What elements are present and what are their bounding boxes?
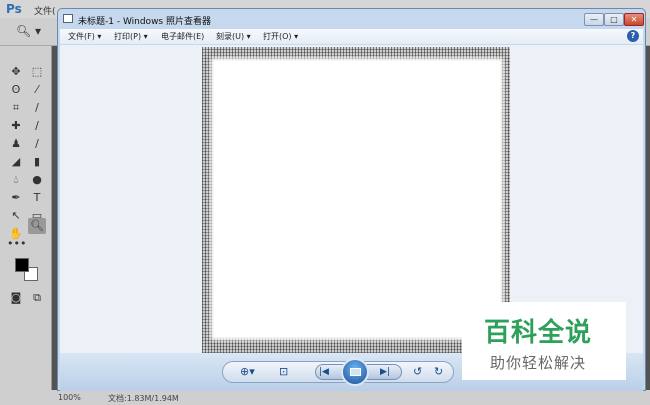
photoshop-statusbar: 100% 文档:1.83M/1.94M xyxy=(0,390,650,405)
menu-open[interactable]: 打开(O) ▾ xyxy=(263,31,298,42)
type-icon[interactable]: T xyxy=(28,190,46,206)
watermark: 百科全说 助你轻松解决 xyxy=(462,302,626,380)
photoshop-toolbox: ✥ ⬚ ʘ ⁄ ⌗ / ✚ ∕ ♟ ∕ ◢ ▮ 💧︎ ● ✒ T ↖ ▭ ✋ 🔍… xyxy=(0,46,52,390)
marquee-tool-icon[interactable]: ⬚ xyxy=(28,64,46,80)
watermark-subtitle: 助你轻松解决 xyxy=(490,354,587,372)
maximize-button[interactable]: □ xyxy=(604,13,624,26)
menu-file[interactable]: 文件(F) ▾ xyxy=(68,31,101,42)
path-select-icon[interactable]: ↖ xyxy=(7,208,25,224)
window-title: 未标题-1 - Windows 照片查看器 xyxy=(78,17,211,27)
quick-mask-icon[interactable]: ◙ xyxy=(7,290,25,306)
magic-wand-icon[interactable]: ⁄ xyxy=(28,82,46,98)
healing-icon[interactable]: ✚ xyxy=(7,118,25,134)
menu-burn[interactable]: 刻录(U) ▾ xyxy=(216,31,251,42)
title-bar: 未标题-1 - Windows 照片查看器 — □ ✕ xyxy=(58,9,645,29)
minimize-button[interactable]: — xyxy=(584,13,604,26)
eyedropper-icon[interactable]: / xyxy=(28,100,46,116)
lasso-tool-icon[interactable]: ʘ xyxy=(7,82,25,98)
viewer-menubar: 文件(F) ▾ 打印(P) ▾ 电子邮件(E) 刻录(U) ▾ 打开(O) ▾ … xyxy=(60,29,643,44)
menu-print[interactable]: 打印(P) ▾ xyxy=(114,31,148,42)
pen-icon[interactable]: ✒ xyxy=(7,190,25,206)
rotate-right-icon[interactable]: ↻ xyxy=(434,365,443,378)
slideshow-button[interactable] xyxy=(341,358,369,386)
close-button[interactable]: ✕ xyxy=(624,13,644,26)
previous-icon[interactable]: |◀ xyxy=(319,367,329,377)
next-icon[interactable]: ▶| xyxy=(380,367,390,377)
dodge-icon[interactable]: ● xyxy=(28,172,46,188)
zoom-tool-icon[interactable]: 🔍︎ ▾ xyxy=(16,24,41,38)
screen-mode-icon[interactable]: ⧉ xyxy=(28,290,46,306)
blur-icon[interactable]: 💧︎ xyxy=(7,172,25,188)
help-icon[interactable]: ? xyxy=(627,30,639,42)
photoshop-logo: Ps xyxy=(6,2,22,16)
more-tools-icon[interactable]: ••• xyxy=(7,236,26,252)
ps-menu-file[interactable]: 文件( xyxy=(34,4,56,17)
zoom-icon[interactable]: ⊕▾ xyxy=(240,365,255,378)
foreground-color[interactable] xyxy=(15,258,29,272)
zoom-tool-icon[interactable]: 🔍︎ xyxy=(28,218,46,234)
move-tool-icon[interactable]: ✥ xyxy=(7,64,25,80)
watermark-title: 百科全说 xyxy=(484,318,593,348)
crop-tool-icon[interactable]: ⌗ xyxy=(7,100,25,116)
stamp-icon[interactable]: ♟ xyxy=(7,136,25,152)
menu-email[interactable]: 电子邮件(E) xyxy=(161,31,204,42)
rotate-left-icon[interactable]: ↺ xyxy=(413,365,422,378)
actual-size-icon[interactable]: ⊡ xyxy=(279,365,288,378)
status-zoom: 100% xyxy=(58,393,81,402)
brush-icon[interactable]: ∕ xyxy=(28,118,46,134)
image-icon xyxy=(63,14,73,23)
eraser-icon[interactable]: ◢ xyxy=(7,154,25,170)
gradient-icon[interactable]: ▮ xyxy=(28,154,46,170)
status-doc-size: 文档:1.83M/1.94M xyxy=(108,394,179,403)
history-brush-icon[interactable]: ∕ xyxy=(28,136,46,152)
